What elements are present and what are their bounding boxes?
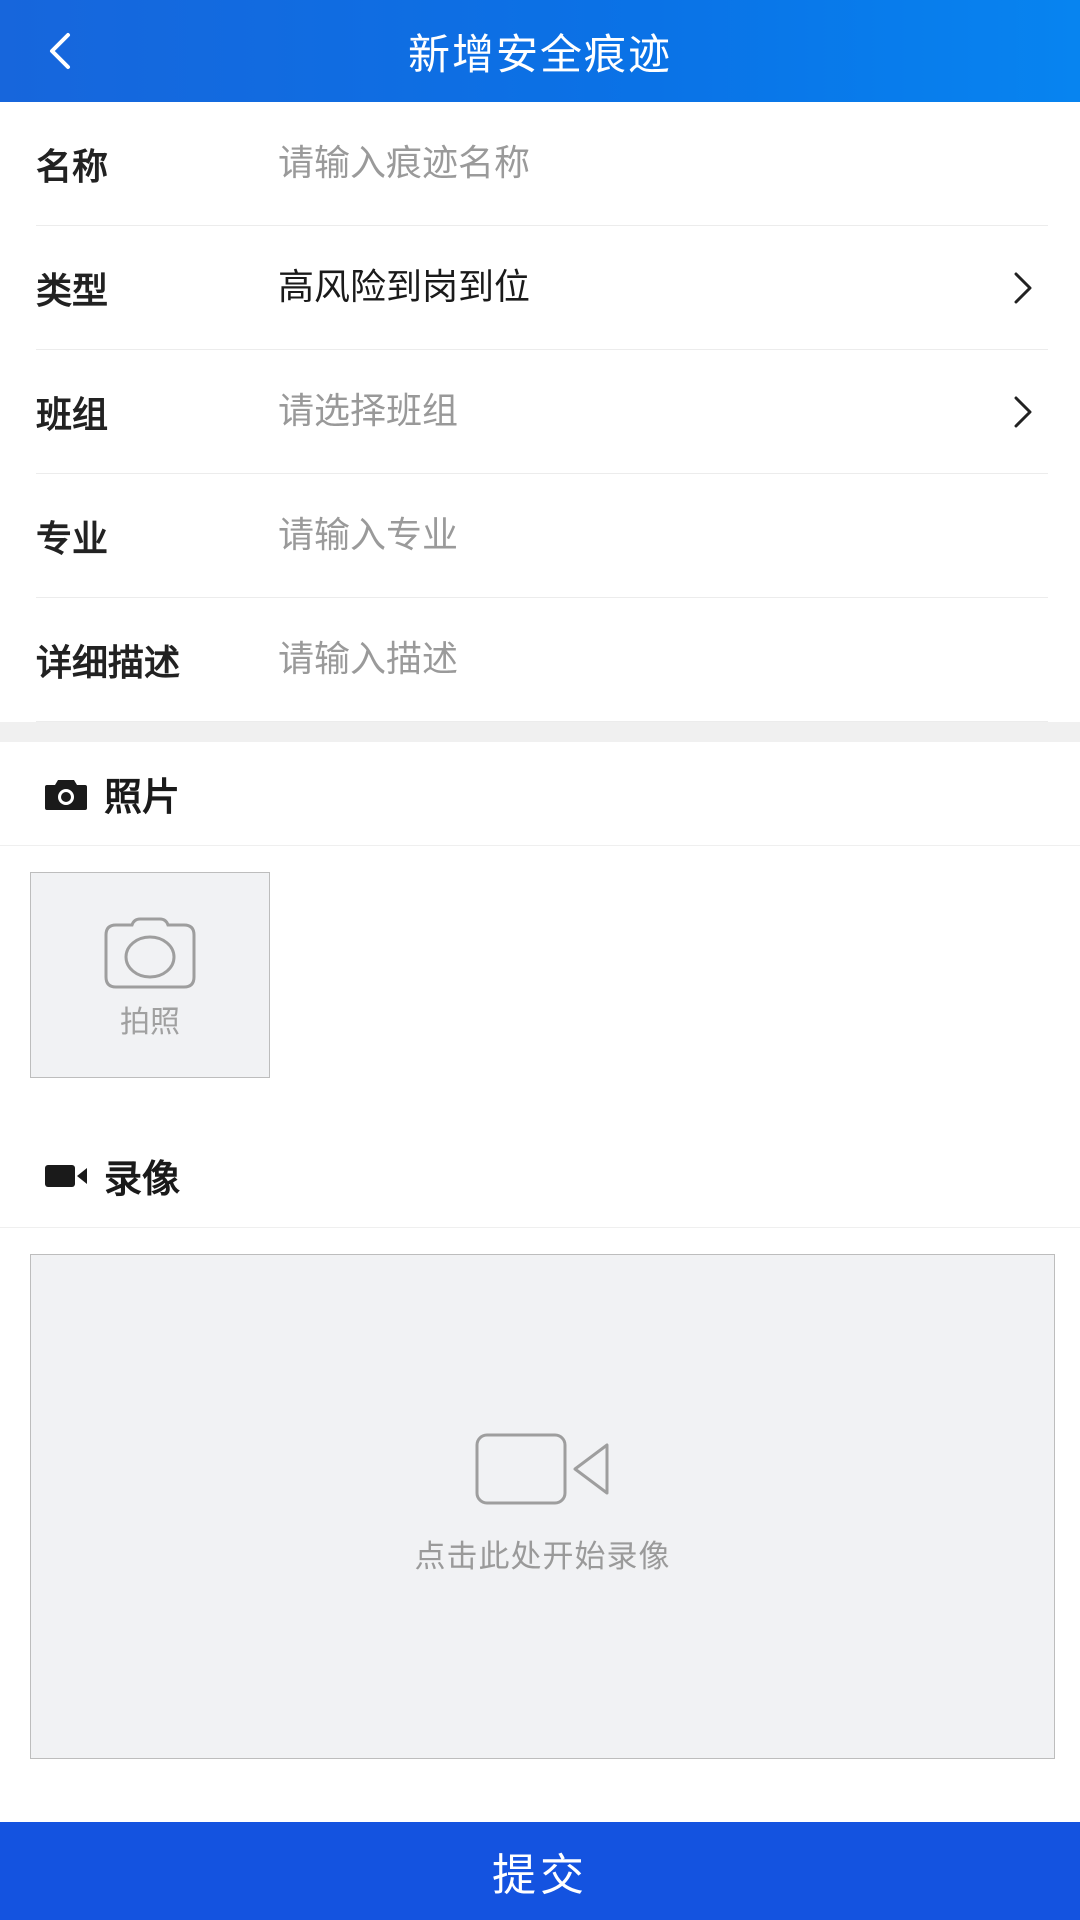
team-row[interactable]: 班组 请选择班组 <box>36 350 1048 474</box>
chevron-left-icon <box>50 33 70 69</box>
video-camera-outline-icon <box>475 1433 608 1505</box>
page: 新增安全痕迹 名称 类型 高风险到岗到位 班组 请选择班组 专业 详细描述 <box>0 0 1080 1920</box>
section-divider <box>0 722 1080 742</box>
submit-button[interactable]: 提交 <box>0 1822 1080 1920</box>
major-label: 专业 <box>36 518 109 560</box>
team-select-placeholder[interactable]: 请选择班组 <box>278 382 988 442</box>
start-recording-hint: 点击此处开始录像 <box>414 1539 671 1575</box>
video-section-header: 录像 <box>0 1124 1080 1228</box>
chevron-right-icon <box>1008 392 1038 432</box>
start-recording-area[interactable]: 点击此处开始录像 <box>30 1254 1055 1759</box>
video-camera-icon <box>44 1159 88 1193</box>
description-input[interactable] <box>278 629 988 690</box>
type-label: 类型 <box>36 270 109 312</box>
camera-icon <box>44 777 88 811</box>
name-input[interactable] <box>278 133 988 194</box>
video-section-title: 录像 <box>104 1157 181 1201</box>
take-photo-label: 拍照 <box>120 1005 180 1040</box>
back-button[interactable] <box>30 21 90 81</box>
type-row[interactable]: 类型 高风险到岗到位 <box>36 226 1048 350</box>
team-label: 班组 <box>36 394 109 436</box>
trace-form: 名称 类型 高风险到岗到位 班组 请选择班组 专业 详细描述 <box>0 102 1080 722</box>
major-row: 专业 <box>36 474 1048 598</box>
name-row: 名称 <box>36 102 1048 226</box>
major-input[interactable] <box>278 505 988 566</box>
chevron-right-icon <box>1008 268 1038 308</box>
type-select-value[interactable]: 高风险到岗到位 <box>278 258 988 318</box>
photo-section-title: 照片 <box>104 775 181 819</box>
camera-outline-icon <box>104 917 196 989</box>
description-label: 详细描述 <box>36 642 181 684</box>
name-label: 名称 <box>36 146 109 188</box>
photo-section-header: 照片 <box>0 742 1080 846</box>
description-row: 详细描述 <box>36 598 1048 722</box>
page-title: 新增安全痕迹 <box>407 29 672 79</box>
app-header: 新增安全痕迹 <box>0 0 1080 102</box>
take-photo-button[interactable]: 拍照 <box>30 872 270 1078</box>
